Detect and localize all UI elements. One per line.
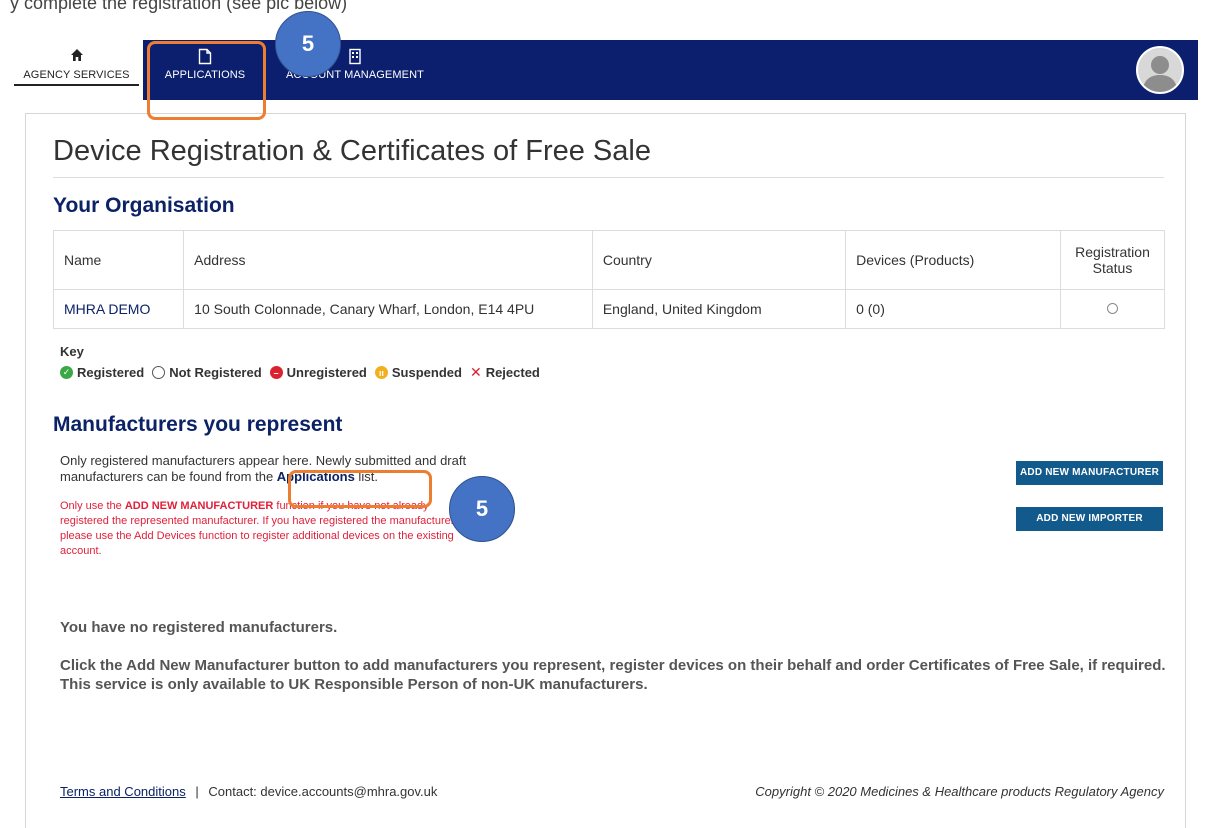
- key-registered-label: Registered: [77, 365, 145, 380]
- minus-circle-icon: –: [269, 366, 283, 379]
- applications-link-highlight: [288, 470, 432, 508]
- user-silhouette-icon: [1142, 56, 1178, 92]
- col-registration-status: Registration Status: [1060, 230, 1165, 290]
- org-devices: 0 (0): [845, 289, 1062, 329]
- step-badge-top: 5: [275, 11, 341, 77]
- applications-nav-highlight: [147, 41, 266, 120]
- col-devices: Devices (Products): [845, 230, 1062, 290]
- key-not-registered: Not Registered: [152, 365, 262, 380]
- nav-agency-services[interactable]: AGENCY SERVICES: [10, 40, 143, 100]
- manufacturers-info-line2-pre: manufacturers can be found from the: [60, 469, 277, 484]
- manufacturers-info-line1: Only registered manufacturers appear her…: [60, 453, 467, 468]
- key-suspended-label: Suspended: [391, 365, 462, 380]
- footer-left: Terms and Conditions | Contact: device.a…: [60, 784, 437, 799]
- contact-text: Contact: device.accounts@mhra.gov.uk: [208, 784, 438, 799]
- table-row: MHRA DEMO 10 South Colonnade, Canary Wha…: [52, 289, 1165, 329]
- footer-separator: |: [195, 784, 199, 799]
- user-avatar[interactable]: [1136, 46, 1184, 94]
- warning-bold: ADD NEW MANUFACTURER: [124, 500, 274, 512]
- terms-link[interactable]: Terms and Conditions: [60, 784, 186, 799]
- table-header-row: Name Address Country Devices (Products) …: [52, 230, 1165, 290]
- not-registered-icon: [1107, 303, 1118, 314]
- page-title: Device Registration & Certificates of Fr…: [53, 135, 651, 167]
- manufacturers-heading: Manufacturers you represent: [53, 413, 343, 436]
- key-suspended: ıı Suspended: [374, 365, 462, 380]
- add-new-manufacturer-button[interactable]: ADD NEW MANUFACTURER: [1016, 461, 1163, 485]
- main-card: Device Registration & Certificates of Fr…: [25, 113, 1186, 828]
- org-country: England, United Kingdom: [591, 289, 847, 329]
- step-badge-middle: 5: [449, 476, 515, 542]
- status-key: ✓ Registered Not Registered – Unregister…: [60, 364, 548, 381]
- your-organisation-heading: Your Organisation: [53, 194, 235, 217]
- no-manufacturers-message: You have no registered manufacturers.: [60, 619, 338, 636]
- add-manufacturer-instructions: Click the Add New Manufacturer button to…: [60, 657, 1166, 693]
- org-address: 10 South Colonnade, Canary Wharf, London…: [183, 289, 593, 329]
- warning-pre: Only use the: [60, 500, 125, 512]
- key-unregistered-label: Unregistered: [286, 365, 367, 380]
- pause-circle-icon: ıı: [374, 366, 388, 379]
- key-not-registered-label: Not Registered: [169, 365, 262, 380]
- key-rejected: ✕ Rejected: [470, 364, 540, 381]
- home-icon: [10, 48, 143, 66]
- copyright-text: Copyright © 2020 Medicines & Healthcare …: [755, 784, 1164, 799]
- key-unregistered: – Unregistered: [269, 365, 367, 380]
- title-divider: [53, 177, 1164, 178]
- organisation-table: Name Address Country Devices (Products) …: [52, 230, 1165, 329]
- check-circle-icon: ✓: [60, 366, 73, 379]
- add-manufacturer-warning: Only use the ADD NEW MANUFACTURER functi…: [60, 499, 480, 559]
- add-new-importer-button[interactable]: ADD NEW IMPORTER: [1016, 507, 1163, 531]
- nav-agency-label: AGENCY SERVICES: [14, 69, 139, 86]
- col-name: Name: [52, 230, 185, 290]
- x-icon: ✕: [469, 364, 482, 380]
- key-rejected-label: Rejected: [485, 365, 540, 380]
- document-text-fragment: y complete the registration (see pic bel…: [10, 0, 348, 13]
- org-name-link[interactable]: MHRA DEMO: [52, 289, 185, 329]
- org-name[interactable]: MHRA DEMO: [64, 301, 150, 317]
- col-country: Country: [591, 230, 847, 290]
- key-registered: ✓ Registered: [60, 365, 144, 380]
- col-address: Address: [183, 230, 593, 290]
- key-title: Key: [60, 344, 84, 359]
- registration-status-cell: [1060, 289, 1165, 329]
- empty-circle-icon: [152, 366, 166, 379]
